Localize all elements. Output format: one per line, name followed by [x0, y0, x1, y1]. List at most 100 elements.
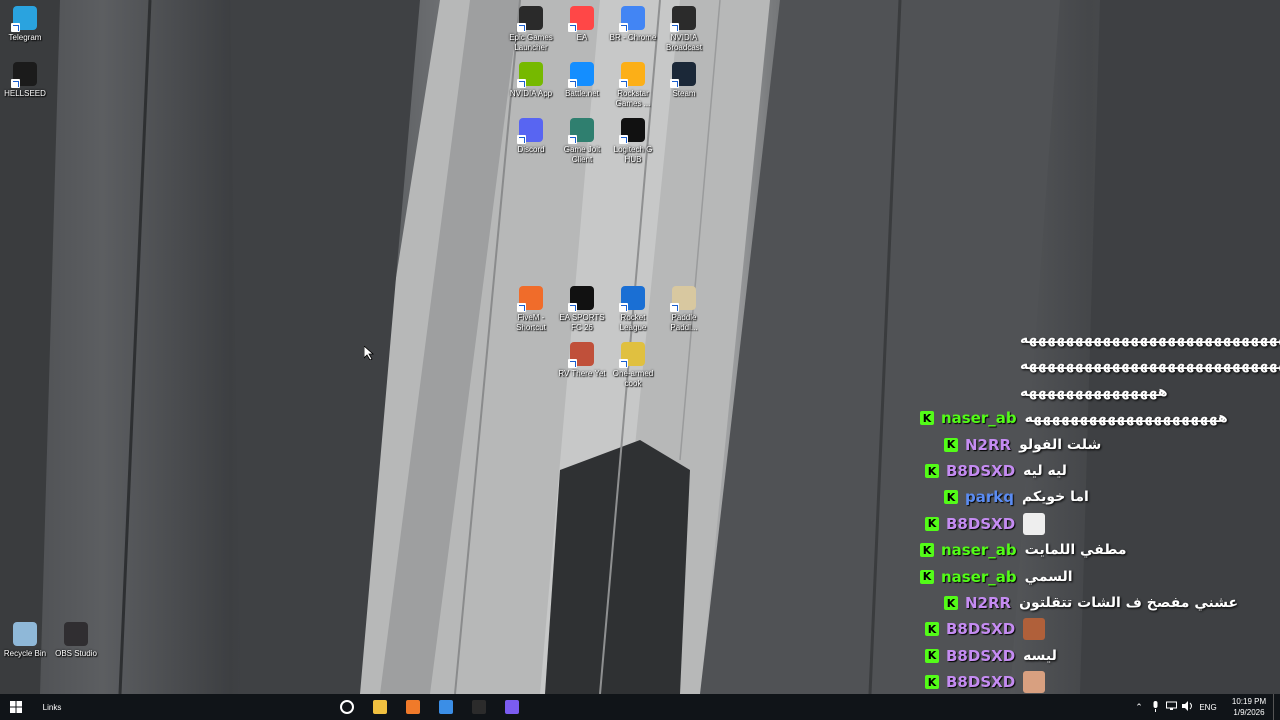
links-toolbar[interactable]: Links: [32, 694, 72, 720]
taskbar-video-app-button[interactable]: [495, 694, 528, 720]
emote-face-1: [1023, 512, 1046, 535]
taskbar-file-explorer-button[interactable]: [363, 694, 396, 720]
clock-time: 10:19 PM: [1231, 697, 1267, 706]
epic-games-icon: [517, 6, 543, 32]
desktop-icon-rocket-league[interactable]: Rocket League: [605, 286, 661, 333]
desktop-icon-discord[interactable]: Discord: [503, 118, 559, 155]
video-app-icon: [504, 700, 519, 714]
desktop-icon-telegram[interactable]: Telegram: [0, 6, 53, 43]
taskbar: Links ⌃ ENG 10:19 PM 1/9/2026: [0, 694, 1280, 720]
chat-text: السمي: [1024, 568, 1073, 585]
network-icon[interactable]: [1163, 701, 1179, 713]
settings-icon: [339, 700, 354, 714]
chat-message: Knaser_ab هههههههههههههههههههههه: [920, 407, 1228, 429]
chat-message: K N2RR عشني مفصخ ف الشات تتقلتون: [944, 592, 1238, 614]
desktop-icon-battlenet[interactable]: Battle.net: [554, 62, 610, 99]
chat-text: عشني مفصخ ف الشات تتقلتون: [1019, 595, 1239, 611]
shortcut-arrow-icon: [517, 303, 526, 312]
chat-text: ليه ليه: [1023, 463, 1067, 479]
microsoft-store-icon: [438, 700, 453, 714]
desktop-icon-label: Game Jolt Client: [563, 145, 601, 164]
chat-message: K B8DSXD: [925, 618, 1046, 641]
clock-date: 1/9/2026: [1233, 708, 1265, 717]
chat-message: Knaser_ab السمي: [920, 566, 1073, 588]
kick-badge-icon: K: [944, 596, 958, 610]
gamejolt-icon: [568, 118, 594, 144]
desktop-icon-ea[interactable]: EA: [554, 6, 610, 43]
desktop-icon-label: OBS Studio: [55, 649, 97, 658]
desktop-icon-paddle[interactable]: Paddle Paddl...: [656, 286, 712, 333]
bm-app-icon: [471, 700, 486, 714]
desktop-icon-fc26[interactable]: EA SPORTS FC 26: [554, 286, 610, 333]
chat-message: K B8DSXD ليسه: [925, 645, 1057, 667]
desktop[interactable]: Telegram HELLSEED Epic Games Launcher EA BR …: [0, 0, 1280, 694]
kick-badge-icon: K: [925, 516, 939, 531]
desktop-icon-obs[interactable]: OBS Studio: [48, 622, 104, 659]
desktop-icon-steam[interactable]: Steam: [656, 62, 712, 99]
clock[interactable]: 10:19 PM 1/9/2026: [1225, 696, 1273, 718]
shortcut-arrow-icon: [568, 79, 577, 88]
fivem-taskbar-icon: [405, 700, 420, 714]
desktop-icon-gamejolt[interactable]: Game Jolt Client: [554, 118, 610, 165]
shortcut-arrow-icon: [670, 79, 679, 88]
kick-badge-icon: K: [920, 411, 934, 426]
shortcut-arrow-icon: [619, 303, 628, 312]
microphone-icon[interactable]: [1147, 700, 1163, 714]
desktop-icon-label: Rockstar Games ...: [615, 89, 651, 108]
desktop-icon-fivem[interactable]: FiveM - Shortcut: [503, 286, 559, 333]
desktop-icon-label: BR - Chrome: [609, 33, 657, 42]
desktop-icon-logitech[interactable]: Logitech G HUB: [605, 118, 661, 165]
kick-badge-icon: K: [925, 675, 939, 690]
start-button[interactable]: [0, 694, 32, 720]
chat-message: هههههههههههههههه: [1020, 381, 1168, 403]
show-hidden-icons-icon[interactable]: ⌃: [1131, 702, 1147, 713]
chat-message: K B8DSXD ليه ليه: [925, 460, 1067, 482]
taskbar-fivem-taskbar-button[interactable]: [396, 694, 429, 720]
shortcut-arrow-icon: [619, 359, 628, 368]
volume-icon[interactable]: [1179, 701, 1195, 713]
desktop-icon-rv[interactable]: RV There Yet: [554, 342, 610, 379]
chat-message: K B8DSXD: [925, 512, 1046, 535]
taskbar-settings-button[interactable]: [330, 694, 363, 720]
desktop-icon-label: Rocket League: [619, 313, 647, 332]
desktop-icon-label: Discord: [517, 145, 545, 154]
desktop-icon-chrome[interactable]: BR - Chrome: [605, 6, 661, 43]
chat-message: ههههههههههههههههههههههههههههههه: [1020, 354, 1280, 376]
ea-icon: [568, 6, 594, 32]
desktop-icon-label: One-armed cook: [612, 369, 654, 388]
chat-message: K B8DSXD: [925, 671, 1046, 694]
emote-face-3: [1023, 671, 1046, 694]
kick-badge-icon: K: [925, 622, 939, 637]
kick-badge-icon: K: [944, 437, 958, 452]
fivem-icon: [517, 286, 543, 312]
desktop-icon-label: FiveM - Shortcut: [516, 313, 546, 332]
chat-text: مطفي اللمايت: [1024, 542, 1127, 559]
desktop-icon-hellseed[interactable]: HELLSEED: [0, 62, 53, 99]
language-indicator[interactable]: ENG: [1195, 703, 1221, 712]
desktop-icon-epic-games[interactable]: Epic Games Launcher: [503, 6, 559, 53]
desktop-icon-cook[interactable]: One-armed cook: [605, 342, 661, 389]
shortcut-arrow-icon: [619, 23, 628, 32]
emote-face-2: [1023, 618, 1046, 641]
taskbar-bm-app-button[interactable]: [462, 694, 495, 720]
kick-badge-icon: K: [925, 648, 939, 663]
shortcut-arrow-icon: [568, 23, 577, 32]
shortcut-arrow-icon: [517, 79, 526, 88]
desktop-icon-nvidia-app[interactable]: NVIDIA App: [503, 62, 559, 99]
paddle-icon: [670, 286, 696, 312]
desktop-icon-rockstar[interactable]: Rockstar Games ...: [605, 62, 661, 109]
chat-message: Kparkq اما خويكم: [944, 486, 1089, 508]
desktop-icon-label: Recycle Bin: [3, 649, 47, 658]
chrome-icon: [619, 6, 645, 32]
show-desktop-button[interactable]: [1273, 694, 1280, 720]
desktop-icon-label: RV There Yet: [558, 369, 606, 378]
chat-username: B8DSXD: [946, 646, 1016, 665]
desktop-icon-nvidia-broadcast[interactable]: NVIDIA Broadcast: [656, 6, 712, 53]
desktop-icon-recycle-bin[interactable]: Recycle Bin: [0, 622, 53, 659]
chat-username: naser_ab: [941, 567, 1017, 586]
windows-icon: [10, 701, 22, 713]
taskbar-microsoft-store-button[interactable]: [429, 694, 462, 720]
chat-username: B8DSXD: [946, 462, 1016, 480]
desktop-icon-label: NVIDIA App: [509, 89, 553, 98]
kick-badge-icon: K: [920, 569, 934, 584]
